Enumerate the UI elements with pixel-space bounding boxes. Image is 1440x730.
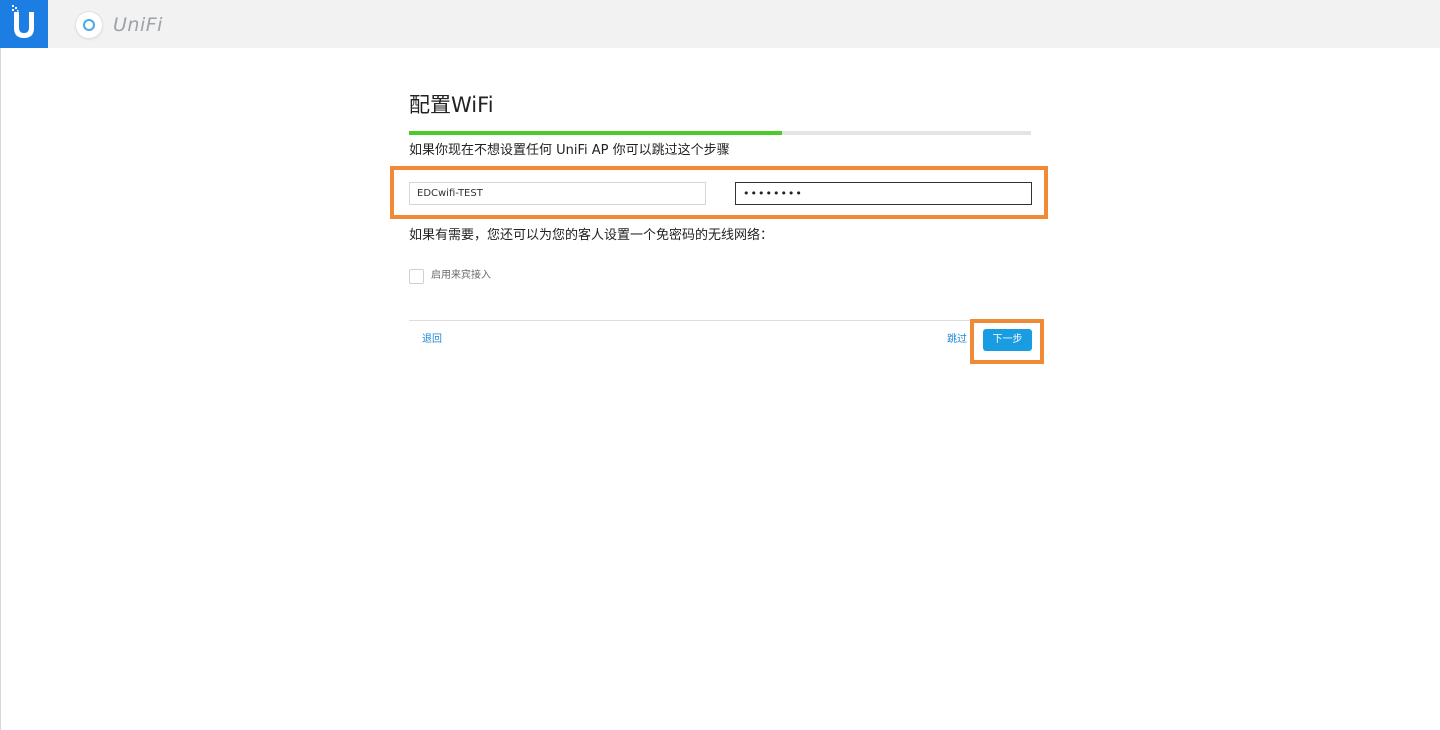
setup-progress-fill xyxy=(409,131,783,135)
guest-network-hint: 如果有需要，您还可以为您的客人设置一个免密码的无线网络： xyxy=(409,228,774,243)
skip-hint-text: 如果你现在不想设置任何 UniFi AP 你可以跳过这个步骤 xyxy=(409,143,730,158)
password-input[interactable] xyxy=(735,182,1032,205)
brand-name: UniFi xyxy=(113,14,163,36)
top-bar: UniFi xyxy=(0,0,1440,48)
unifi-brand: UniFi xyxy=(76,12,163,38)
next-button[interactable]: 下一步 xyxy=(983,329,1032,351)
guest-access-checkbox[interactable] xyxy=(409,269,424,284)
back-link[interactable]: 退回 xyxy=(422,332,442,348)
footer-divider xyxy=(409,320,1031,321)
u-logo-glyph xyxy=(12,5,34,38)
ubiquiti-u-logo-icon[interactable] xyxy=(0,0,48,48)
left-border xyxy=(0,48,1,730)
unifi-device-icon xyxy=(76,12,102,38)
setup-progress-bar xyxy=(409,131,1031,135)
ssid-input[interactable] xyxy=(409,182,706,205)
guest-access-label[interactable]: 启用来宾接入 xyxy=(431,268,491,284)
skip-link[interactable]: 跳过 xyxy=(947,332,967,348)
unifi-device-ring xyxy=(83,19,95,31)
page-title: 配置WiFi xyxy=(409,93,494,117)
